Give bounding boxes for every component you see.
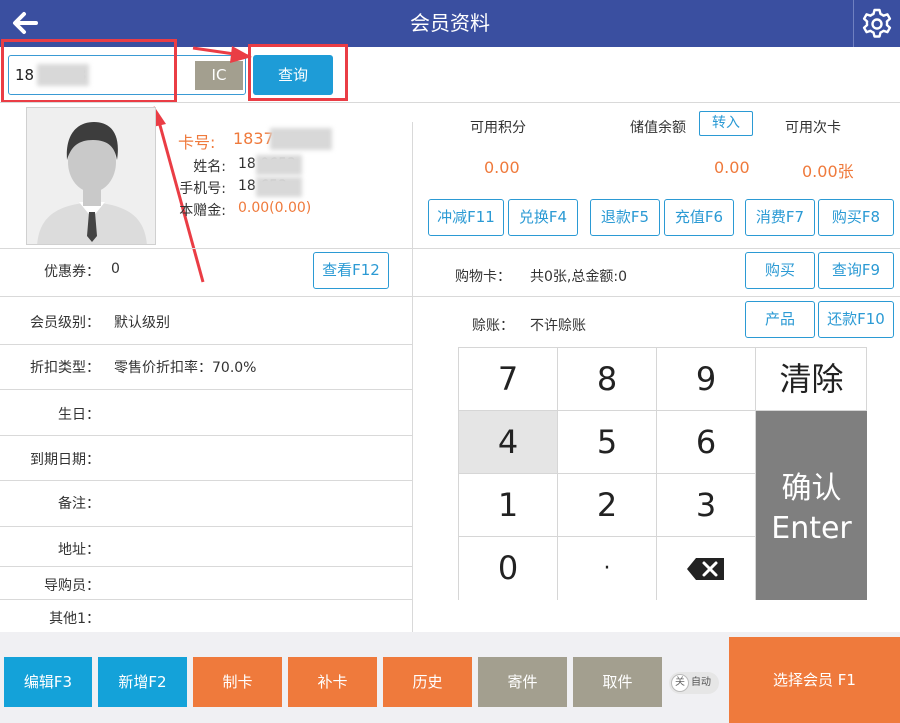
consume-button[interactable]: 消费F7	[745, 199, 815, 236]
times-card-value: 0.00张	[802, 162, 854, 181]
address-label: 地址：	[58, 542, 100, 558]
product-button[interactable]: 产品	[745, 301, 815, 338]
coupon-label: 优惠券：	[44, 264, 100, 280]
card-number-label: 卡号:	[178, 133, 216, 152]
enter-key[interactable]: 确认 Enter	[756, 411, 867, 600]
view-button[interactable]: 查看F12	[313, 252, 389, 289]
purchase-button[interactable]: 购买F8	[818, 199, 894, 236]
history-button[interactable]: 历史	[383, 657, 472, 707]
back-button[interactable]	[8, 6, 42, 40]
redaction-mask	[37, 64, 89, 86]
ic-button[interactable]: IC	[195, 61, 243, 90]
key-6[interactable]: 6	[657, 411, 756, 474]
stored-balance-label: 储值余额	[630, 120, 686, 136]
numeric-keypad: 7 8 9 4 5 6 1 2 3 0 · 清除 确认 Enter	[458, 347, 867, 600]
sales-guide-label: 导购员：	[44, 578, 100, 594]
gear-icon	[862, 8, 892, 38]
page-title: 会员资料	[410, 11, 490, 35]
query-button[interactable]: 查询	[253, 55, 333, 95]
key-2[interactable]: 2	[558, 474, 657, 537]
name-label: 姓名:	[193, 159, 226, 175]
divider	[0, 344, 412, 345]
redaction-mask	[256, 155, 302, 175]
refund-button[interactable]: 退款F5	[590, 199, 660, 236]
phone-label: 手机号:	[179, 181, 226, 197]
note-label: 备注：	[58, 496, 100, 512]
other1-label: 其他1：	[49, 611, 100, 627]
enter-key-label-cn: 确认	[781, 471, 842, 506]
exchange-button[interactable]: 兑换F4	[508, 199, 578, 236]
divider	[0, 248, 900, 249]
query-card-button[interactable]: 查询F9	[818, 252, 894, 289]
toggle-knob: 关	[671, 674, 689, 692]
stored-balance-value: 0.00	[714, 158, 750, 177]
balance-label: 本赠金:	[179, 203, 226, 219]
clear-key[interactable]: 清除	[756, 348, 867, 411]
avatar	[26, 107, 156, 245]
enter-key-label-en: Enter	[771, 511, 852, 546]
search-box: IC	[8, 55, 246, 95]
edit-button[interactable]: 编辑F3	[4, 657, 92, 707]
birthday-label: 生日：	[58, 407, 100, 423]
auto-toggle[interactable]: 关 自动	[669, 672, 719, 694]
coupon-value: 0	[111, 261, 120, 277]
times-card-label: 可用次卡	[785, 120, 841, 136]
divider	[0, 526, 412, 527]
discount-type-label: 折扣类型：	[30, 360, 100, 376]
divider	[0, 296, 900, 297]
divider	[412, 122, 413, 632]
app-header: 会员资料	[0, 0, 900, 47]
backspace-key[interactable]	[657, 537, 756, 600]
key-3[interactable]: 3	[657, 474, 756, 537]
points-value: 0.00	[484, 158, 520, 177]
deposit-button[interactable]: 寄件	[478, 657, 567, 707]
discount-type-value: 零售价折扣率：70.0%	[114, 360, 257, 376]
add-button[interactable]: 新增F2	[98, 657, 187, 707]
arrow-left-icon	[13, 12, 38, 34]
settings-button[interactable]	[853, 0, 900, 47]
reissue-card-button[interactable]: 补卡	[288, 657, 377, 707]
divider	[0, 102, 900, 103]
points-label: 可用积分	[470, 120, 526, 136]
deduct-button[interactable]: 冲减F11	[428, 199, 504, 236]
level-value: 默认级别	[114, 315, 170, 331]
key-0[interactable]: 0	[459, 537, 558, 600]
recharge-button[interactable]: 充值F6	[664, 199, 734, 236]
expiry-date-label: 到期日期：	[30, 452, 100, 468]
select-member-button[interactable]: 选择会员 F1	[729, 637, 900, 723]
buy-button[interactable]: 购买	[745, 252, 815, 289]
key-5[interactable]: 5	[558, 411, 657, 474]
credit-label: 赊账：	[472, 318, 514, 334]
divider	[0, 389, 412, 390]
redaction-mask	[270, 128, 332, 150]
balance-value: 0.00(0.00)	[238, 200, 312, 216]
key-8[interactable]: 8	[558, 348, 657, 411]
key-9[interactable]: 9	[657, 348, 756, 411]
credit-value: 不许赊账	[530, 318, 586, 334]
shopping-card-value: 共0张,总金额:0	[530, 269, 627, 285]
key-7[interactable]: 7	[459, 348, 558, 411]
key-1[interactable]: 1	[459, 474, 558, 537]
key-dot[interactable]: ·	[558, 537, 657, 600]
shopping-card-label: 购物卡：	[455, 269, 511, 285]
transfer-in-button[interactable]: 转入	[699, 111, 753, 136]
user-silhouette-icon	[37, 122, 147, 244]
divider	[0, 435, 412, 436]
pickup-button[interactable]: 取件	[573, 657, 662, 707]
make-card-button[interactable]: 制卡	[193, 657, 282, 707]
redaction-mask	[256, 177, 302, 197]
divider	[0, 480, 412, 481]
toggle-label: 自动	[691, 677, 711, 688]
divider	[0, 566, 412, 567]
level-label: 会员级别：	[30, 315, 100, 331]
divider	[0, 599, 412, 600]
key-4[interactable]: 4	[459, 411, 558, 474]
backspace-icon	[687, 558, 724, 580]
repay-button[interactable]: 还款F10	[818, 301, 894, 338]
